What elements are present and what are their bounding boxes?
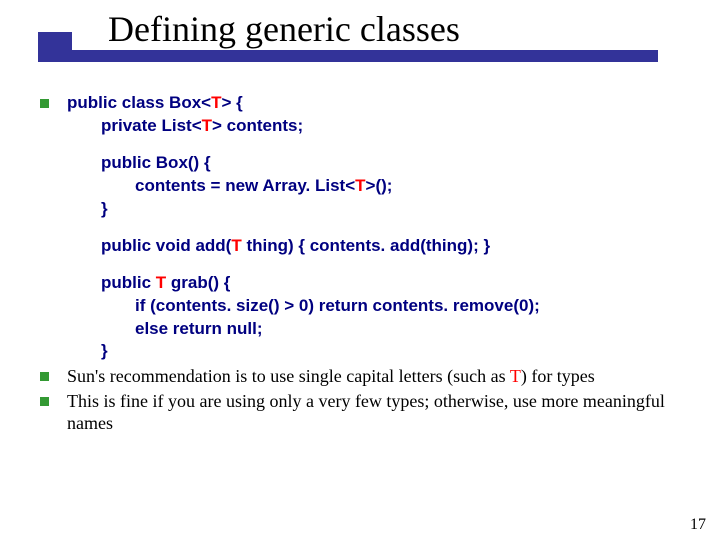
bullet-advice: This is fine if you are using only a ver… (40, 390, 680, 435)
code-line: public void add( (101, 236, 231, 255)
code-type-param: T (202, 116, 212, 135)
code-line: thing) { contents. add(thing); } (242, 236, 490, 255)
bullet-icon (40, 372, 49, 381)
code-line: if (contents. size() > 0) return content… (135, 296, 540, 315)
code-line: public class Box< (67, 93, 211, 112)
slide: Defining generic classes public class Bo… (0, 0, 720, 540)
text-span: ) for types (521, 366, 595, 386)
code-type-param: T (156, 273, 166, 292)
bullet-text: Sun's recommendation is to use single ca… (67, 365, 680, 388)
code-type-param: T (231, 236, 241, 255)
code-line: public (101, 273, 156, 292)
code-block: public class Box<T> { private List<T> co… (67, 92, 680, 363)
bullet-text: This is fine if you are using only a ver… (67, 390, 680, 435)
text-type-letter: T (510, 366, 521, 386)
code-type-param: T (211, 93, 221, 112)
slide-content: public class Box<T> { private List<T> co… (40, 92, 680, 437)
code-line: contents = new Array. List< (135, 176, 355, 195)
slide-title: Defining generic classes (108, 8, 460, 50)
text-span: Sun's recommendation is to use single ca… (67, 366, 510, 386)
bullet-icon (40, 99, 49, 108)
code-line: public Box() { (101, 153, 211, 172)
page-number: 17 (690, 516, 706, 534)
code-line: private List< (101, 116, 202, 135)
title-accent-bar (38, 50, 658, 62)
bullet-recommendation: Sun's recommendation is to use single ca… (40, 365, 680, 388)
title-accent-notch (38, 32, 72, 50)
code-line: grab() { (166, 273, 230, 292)
bullet-icon (40, 397, 49, 406)
code-line: > { (221, 93, 242, 112)
bullet-code: public class Box<T> { private List<T> co… (40, 92, 680, 363)
code-line: >(); (366, 176, 393, 195)
code-line: } (101, 199, 108, 218)
code-line: > contents; (212, 116, 303, 135)
code-line: } (101, 341, 108, 360)
code-type-param: T (355, 176, 365, 195)
code-line: else return null; (135, 319, 263, 338)
